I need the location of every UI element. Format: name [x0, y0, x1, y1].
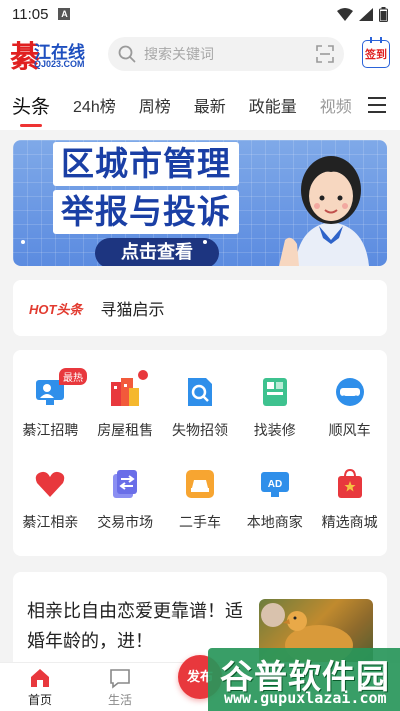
banner-indicator-dot	[203, 240, 207, 244]
tab-video[interactable]: 视频	[320, 93, 352, 117]
tab-24h[interactable]: 24h榜	[73, 93, 116, 117]
app-header: 綦 江在线 QJ023.COM 搜索关键词 签到	[0, 28, 400, 80]
service-label: 顺风车	[328, 422, 371, 438]
status-time: 11:05	[12, 5, 49, 23]
tab-latest[interactable]: 最新	[194, 93, 226, 117]
service-grid: 最热 綦江招聘 房屋租售 失物招领 找装修 顺风车 綦江相亲 交易市场 二手车 …	[13, 350, 387, 556]
lost-found-icon	[182, 374, 218, 410]
tab-headlines[interactable]: 头条	[12, 92, 50, 127]
nav-home-label: 首页	[27, 693, 52, 707]
service-used-car[interactable]: 二手车	[163, 466, 238, 532]
service-shop[interactable]: 精选商城	[312, 466, 387, 532]
scan-icon[interactable]	[316, 45, 334, 63]
banner-girl-illustration	[279, 156, 369, 266]
exchange-icon	[107, 466, 143, 502]
battery-icon	[379, 6, 388, 22]
service-renovation[interactable]: 找装修	[237, 374, 312, 440]
service-local-merchant[interactable]: AD 本地商家	[237, 466, 312, 532]
service-label: 交易市场	[97, 514, 154, 530]
service-label: 找装修	[253, 422, 296, 438]
tab-government[interactable]: 政能量	[249, 93, 297, 117]
hot-headline-text[interactable]: 寻猫启示	[100, 296, 164, 320]
new-dot	[137, 370, 148, 380]
service-label: 精选商城	[321, 514, 378, 530]
service-label: 房屋租售	[97, 422, 154, 438]
notification-icon: A	[58, 8, 71, 20]
hot-badge: HOT头条	[29, 301, 83, 317]
signal-icon	[359, 7, 373, 21]
banner-indicator-dot	[21, 240, 25, 244]
svg-text:AD: AD	[268, 479, 282, 490]
service-dating[interactable]: 綦江相亲	[13, 466, 88, 532]
service-market[interactable]: 交易市场	[88, 466, 163, 532]
search-placeholder: 搜索关键词	[144, 46, 214, 62]
menu-icon[interactable]	[368, 97, 386, 118]
service-house[interactable]: 房屋租售	[88, 370, 163, 440]
banner-title-line1: 区城市管理	[53, 142, 239, 186]
ad-icon: AD	[257, 466, 293, 502]
watermark-url: www.gupuxlazai.com	[224, 689, 387, 707]
carpool-icon	[332, 374, 368, 410]
house-icon	[107, 374, 143, 410]
hot-tag: 最热	[59, 368, 87, 385]
chat-icon	[110, 669, 130, 689]
app-logo[interactable]: 綦 江在线 QJ023.COM	[10, 34, 98, 75]
search-icon	[118, 45, 136, 63]
search-input[interactable]: 搜索关键词	[108, 37, 344, 71]
service-recruit[interactable]: 最热 綦江招聘	[13, 368, 88, 440]
service-label: 失物招领	[171, 422, 228, 438]
used-car-icon	[182, 466, 218, 502]
article-title[interactable]: 相亲比自由恋爱更靠谱！适婚年龄的，进！	[27, 596, 247, 656]
nav-home[interactable]: 首页	[0, 663, 80, 711]
renovation-icon	[257, 374, 293, 410]
nav-life[interactable]: 生活	[80, 663, 160, 711]
service-lost-found[interactable]: 失物招领	[163, 374, 238, 440]
hot-headline-card[interactable]: HOT头条 寻猫启示	[13, 280, 387, 336]
shop-bag-icon	[332, 466, 368, 502]
service-carpool[interactable]: 顺风车	[312, 374, 387, 440]
service-label: 綦江招聘	[22, 422, 79, 438]
service-label: 二手车	[178, 514, 221, 530]
site-watermark: 谷普软件园 www.gupuxlazai.com	[208, 648, 400, 711]
promo-banner[interactable]: 区城市管理 举报与投诉 点击查看	[13, 140, 387, 266]
tab-weekly[interactable]: 周榜	[139, 93, 171, 117]
status-icons	[337, 6, 388, 22]
wifi-icon	[337, 7, 353, 21]
home-icon	[31, 669, 49, 687]
service-row: 最热 綦江招聘 房屋租售 失物招领 找装修 顺风车	[13, 368, 387, 440]
nav-life-label: 生活	[107, 693, 132, 707]
signin-label: 签到	[365, 49, 387, 61]
banner-view-button[interactable]: 点击查看	[95, 238, 219, 266]
service-label: 綦江相亲	[22, 514, 79, 530]
category-tabs: 头条 24h榜 周榜 最新 政能量 视频	[0, 80, 400, 130]
heart-icon	[32, 466, 68, 502]
signin-button[interactable]: 签到	[362, 37, 390, 68]
service-label: 本地商家	[246, 514, 303, 530]
service-row: 綦江相亲 交易市场 二手车 AD 本地商家 精选商城	[13, 466, 387, 532]
banner-title-line2: 举报与投诉	[53, 190, 239, 234]
logo-url: QJ023.COM	[34, 59, 85, 69]
status-bar: 11:05 A	[0, 0, 400, 28]
